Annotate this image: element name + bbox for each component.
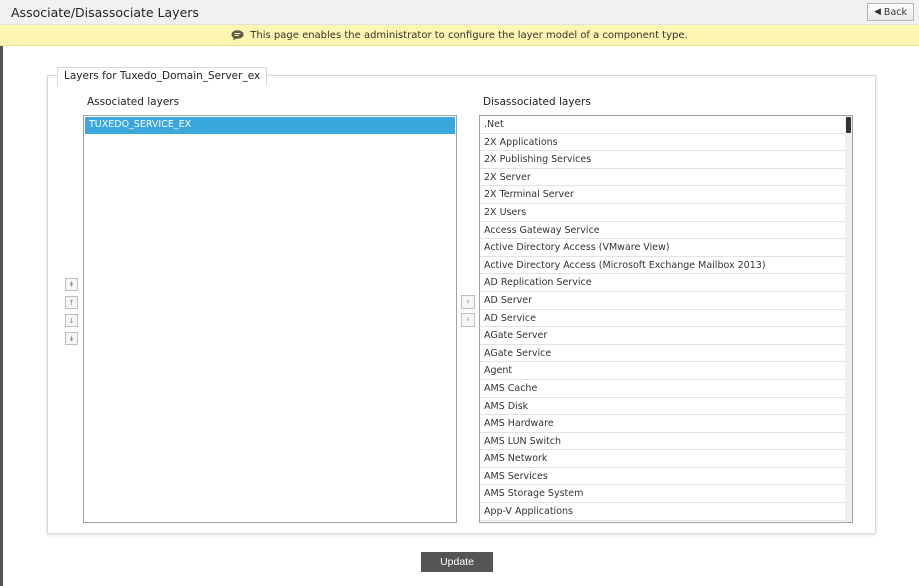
disassociated-list-item[interactable]: AMS Storage System bbox=[480, 485, 846, 504]
left-edge-divider bbox=[0, 46, 3, 586]
disassociated-list-item[interactable]: 2X Terminal Server bbox=[480, 186, 846, 204]
speech-bubble-icon bbox=[231, 29, 244, 40]
page-title: Associate/Disassociate Layers bbox=[11, 5, 199, 20]
disassociated-list-item[interactable]: AGate Server bbox=[480, 327, 846, 345]
move-up-icon: ↑ bbox=[68, 298, 75, 307]
disassociated-list-item[interactable]: Access Gateway Service bbox=[480, 222, 846, 240]
header-bar: Associate/Disassociate Layers ◀ Back bbox=[0, 0, 919, 25]
list-scrollbar[interactable] bbox=[845, 116, 852, 522]
scrollbar-thumb[interactable] bbox=[846, 117, 851, 133]
disassociated-list-item[interactable]: App-V Applications bbox=[480, 503, 846, 521]
info-message: This page enables the administrator to c… bbox=[250, 29, 688, 41]
disassociated-list-item[interactable]: Active Directory Access (VMware View) bbox=[480, 239, 846, 257]
disassociated-list-item[interactable]: Agent bbox=[480, 362, 846, 380]
move-down-button[interactable]: ↓ bbox=[65, 314, 78, 327]
disassociated-list-item[interactable]: .Net bbox=[480, 116, 846, 134]
disassociated-list-item[interactable]: AMS Cache bbox=[480, 380, 846, 398]
move-up-button[interactable]: ↑ bbox=[65, 296, 78, 309]
associated-layers-label: Associated layers bbox=[87, 96, 180, 108]
disassociated-layers-list[interactable]: .Net 2X Applications 2X Publishing Service… bbox=[479, 115, 853, 523]
disassociated-list-item[interactable]: Active Directory Access (Microsoft Excha… bbox=[480, 257, 846, 275]
transfer-buttons: › ‹ bbox=[461, 295, 475, 331]
disassociated-list-item[interactable]: AD Server bbox=[480, 292, 846, 310]
back-button-label: Back bbox=[883, 6, 907, 18]
disassociated-list-item[interactable]: AMS Services bbox=[480, 468, 846, 486]
panel-legend: Layers for Tuxedo_Domain_Server_ex bbox=[57, 67, 268, 86]
back-button[interactable]: ◀ Back bbox=[867, 3, 914, 21]
order-buttons: ↟ ↑ ↓ ↡ bbox=[65, 278, 79, 350]
disassociated-layers-label: Disassociated layers bbox=[483, 96, 591, 108]
disassociated-list-item[interactable]: 2X Publishing Services bbox=[480, 151, 846, 169]
associated-layers-list[interactable]: TUXEDO_SERVICE_EX bbox=[83, 115, 457, 523]
info-bar: This page enables the administrator to c… bbox=[0, 25, 919, 46]
disassociated-list-item[interactable]: AMS Network bbox=[480, 450, 846, 468]
disassociated-list-item[interactable]: AMS LUN Switch bbox=[480, 433, 846, 451]
move-left-button[interactable]: ‹ bbox=[461, 313, 475, 327]
move-top-icon: ↟ bbox=[68, 280, 75, 289]
disassociated-list-item[interactable]: 2X Users bbox=[480, 204, 846, 222]
update-button[interactable]: Update bbox=[421, 552, 493, 572]
disassociated-list-item[interactable]: AD Replication Service bbox=[480, 274, 846, 292]
associated-list-item[interactable]: TUXEDO_SERVICE_EX bbox=[85, 117, 455, 134]
chevron-right-icon: › bbox=[466, 297, 470, 307]
move-down-icon: ↓ bbox=[68, 316, 75, 325]
move-bottom-icon: ↡ bbox=[68, 334, 75, 343]
disassociated-list-item[interactable]: 2X Server bbox=[480, 169, 846, 187]
disassociated-list-item[interactable]: 2X Applications bbox=[480, 134, 846, 152]
move-top-button[interactable]: ↟ bbox=[65, 278, 78, 291]
disassociated-list-item[interactable]: AMS Disk bbox=[480, 398, 846, 416]
move-bottom-button[interactable]: ↡ bbox=[65, 332, 78, 345]
disassociated-list-item[interactable]: AD Service bbox=[480, 310, 846, 328]
move-right-button[interactable]: › bbox=[461, 295, 475, 309]
chevron-left-icon: ‹ bbox=[466, 315, 470, 325]
disassociated-list-item[interactable]: AGate Service bbox=[480, 345, 846, 363]
disassociated-list-item[interactable]: AMS Hardware bbox=[480, 415, 846, 433]
back-arrow-icon: ◀ bbox=[874, 7, 881, 17]
